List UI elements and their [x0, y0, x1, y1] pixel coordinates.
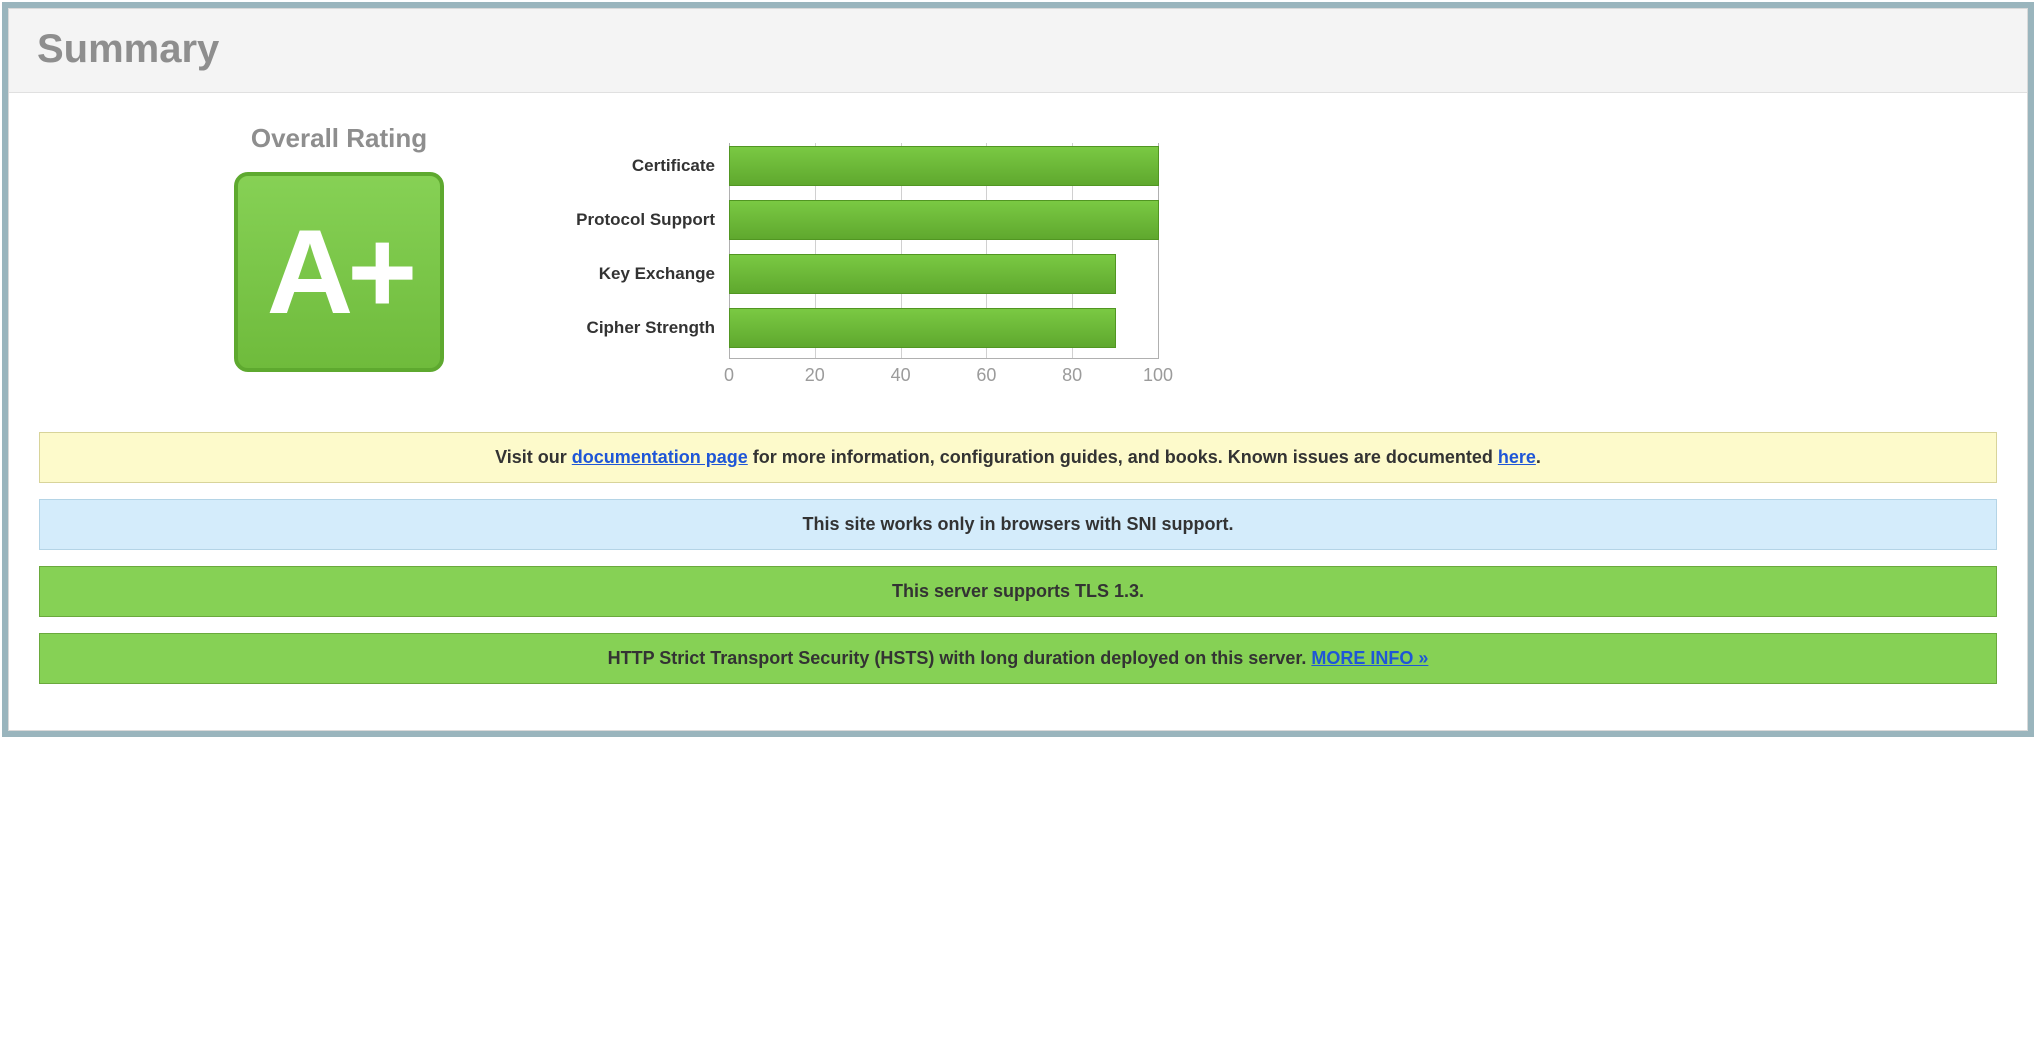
- notice-tls: This server supports TLS 1.3.: [39, 566, 1997, 617]
- chart-plot-area: 0 20 40 60 80 100: [729, 143, 1159, 359]
- chart-bar: [729, 200, 1159, 240]
- notice-documentation: Visit our documentation page for more in…: [39, 432, 1997, 483]
- panel-title: Summary: [37, 27, 1999, 72]
- chart-tick-label: 20: [805, 365, 825, 386]
- notice-text: for more information, configuration guid…: [748, 447, 1498, 467]
- notice-text: HTTP Strict Transport Security (HSTS) wi…: [608, 648, 1312, 668]
- chart-label: Key Exchange: [499, 251, 715, 297]
- rating-column: Overall Rating A+: [39, 123, 459, 372]
- score-chart: Certificate Protocol Support Key Exchang…: [499, 123, 1997, 359]
- documentation-link[interactable]: documentation page: [572, 447, 748, 467]
- chart-label: Certificate: [499, 143, 715, 189]
- panel-body: Overall Rating A+ Certificate Protocol S…: [9, 93, 2027, 730]
- grade-text: A+: [267, 212, 412, 332]
- chart-x-axis: 0 20 40 60 80 100: [729, 358, 1159, 359]
- notice-text: This server supports TLS 1.3.: [892, 581, 1144, 601]
- summary-panel: Summary Overall Rating A+ Certificate Pr…: [8, 8, 2028, 731]
- notice-hsts: HTTP Strict Transport Security (HSTS) wi…: [39, 633, 1997, 684]
- grade-badge: A+: [234, 172, 444, 372]
- chart-bar: [729, 146, 1159, 186]
- notice-text: .: [1536, 447, 1541, 467]
- rating-label: Overall Rating: [219, 123, 459, 154]
- outer-frame: Summary Overall Rating A+ Certificate Pr…: [2, 2, 2034, 737]
- panel-header: Summary: [9, 9, 2027, 93]
- chart-bars: [729, 143, 1159, 351]
- chart-bar: [729, 254, 1116, 294]
- top-row: Overall Rating A+ Certificate Protocol S…: [39, 123, 1997, 372]
- chart-tick-label: 60: [976, 365, 996, 386]
- notice-text: Visit our: [495, 447, 572, 467]
- chart-tick-label: 100: [1143, 365, 1173, 386]
- chart-tick-label: 40: [891, 365, 911, 386]
- chart-label: Protocol Support: [499, 197, 715, 243]
- chart-tick-label: 80: [1062, 365, 1082, 386]
- chart-label: Cipher Strength: [499, 305, 715, 351]
- chart-tick-label: 0: [724, 365, 734, 386]
- notice-text: This site works only in browsers with SN…: [802, 514, 1233, 534]
- chart-bar: [729, 308, 1116, 348]
- known-issues-link[interactable]: here: [1498, 447, 1536, 467]
- hsts-more-info-link[interactable]: MORE INFO »: [1311, 648, 1428, 668]
- chart-category-labels: Certificate Protocol Support Key Exchang…: [499, 143, 729, 359]
- notice-sni: This site works only in browsers with SN…: [39, 499, 1997, 550]
